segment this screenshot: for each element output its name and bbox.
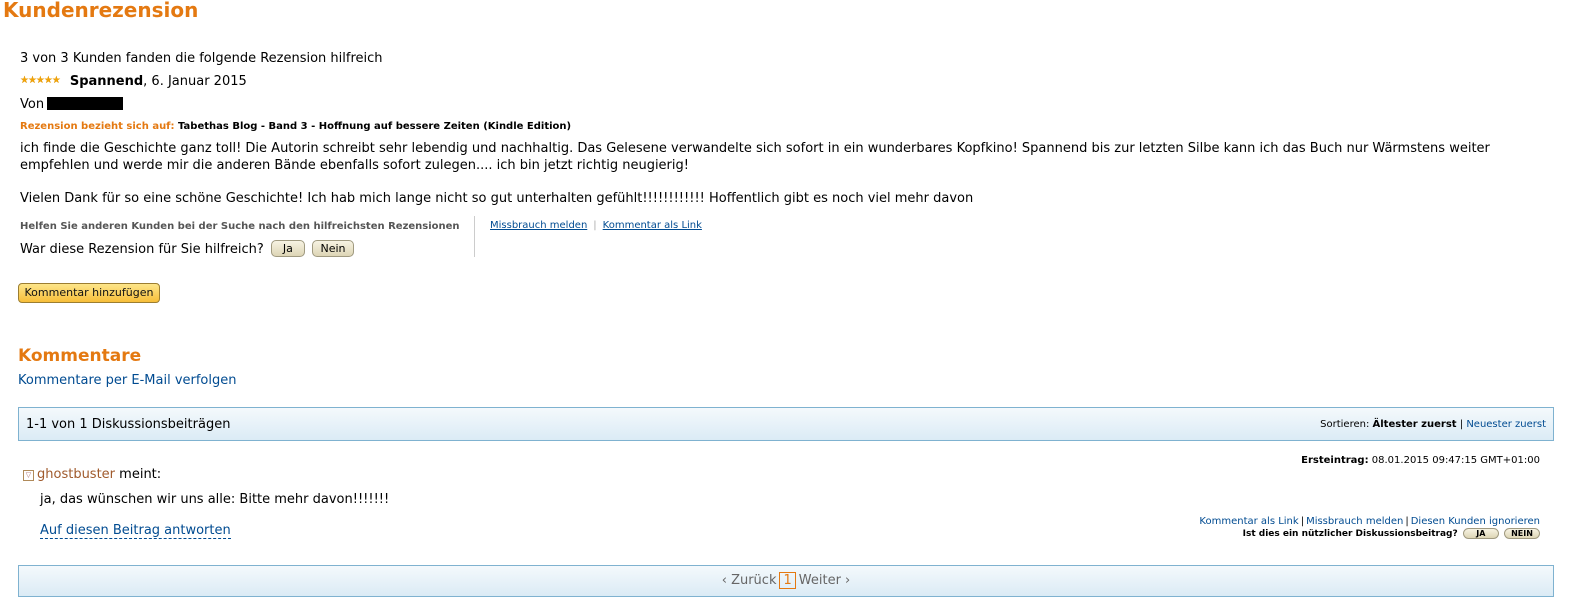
helpful-question: War diese Rezension für Sie hilfreich? [20, 242, 264, 257]
sort-divider: | [1459, 419, 1464, 430]
review-title: Spannend [69, 74, 144, 89]
review-header: ★★★★★ Spannend, 6. Januar 2015 [20, 74, 247, 89]
review-body-paragraph-2: Vielen Dank für so eine schöne Geschicht… [20, 191, 974, 206]
review-body-paragraph-1: ich finde die Geschichte ganz toll! Die … [20, 141, 1490, 173]
helpful-vote-row: War diese Rezension für Sie hilfreich? J… [20, 240, 355, 257]
post-comment-as-link[interactable]: Kommentar als Link [1199, 516, 1298, 527]
sort-newest-first[interactable]: Neuester zuerst [1466, 419, 1546, 430]
post-useful-row: Ist dies ein nützlicher Diskussionsbeitr… [1243, 528, 1540, 539]
post-text: ja, das wünschen wir uns alle: Bitte meh… [40, 492, 390, 507]
five-star-rating-icon: ★★★★★ [20, 75, 61, 86]
post-username[interactable]: ghostbuster [37, 467, 115, 482]
redacted-author-name [47, 97, 124, 110]
follow-comments-email-link[interactable]: Kommentare per E-Mail verfolgen [18, 373, 237, 388]
vertical-divider [474, 216, 475, 257]
collapse-toggle-icon[interactable]: ▽ [23, 470, 34, 481]
post-action-links: Kommentar als Link | Missbrauch melden | Die… [1199, 516, 1540, 527]
add-comment-button[interactable]: Kommentar hinzufügen [18, 283, 160, 303]
link-divider: | [1405, 516, 1409, 527]
ignore-customer-link[interactable]: Diesen Kunden ignorieren [1411, 516, 1540, 527]
review-date: , 6. Januar 2015 [143, 74, 247, 89]
by-label: Von [20, 97, 45, 112]
link-divider: | [593, 220, 597, 231]
pagination-bar: ‹ Zurück 1 Weiter › [18, 565, 1554, 597]
post-says-label: meint: [119, 467, 162, 482]
review-author: Von [20, 97, 124, 112]
sort-label: Sortieren: [1320, 419, 1370, 430]
first-entry-label: Ersteintrag: [1301, 455, 1369, 466]
discussion-header-bar: 1-1 von 1 Diskussionsbeiträgen Sortieren… [18, 407, 1554, 441]
post-report-abuse-link[interactable]: Missbrauch melden [1306, 516, 1403, 527]
discussion-count: 1-1 von 1 Diskussionsbeiträgen [26, 417, 231, 432]
post-useful-yes-button[interactable]: JA [1462, 528, 1499, 539]
reply-to-post-link[interactable]: Auf diesen Beitrag antworten [40, 523, 231, 539]
post-useful-no-button[interactable]: NEIN [1504, 528, 1540, 539]
pagination-next[interactable]: Weiter › [799, 573, 850, 588]
post-useful-question: Ist dies ein nützlicher Diskussionsbeitr… [1242, 529, 1458, 539]
review-action-links: Missbrauch melden | Kommentar als Link [490, 220, 702, 231]
comments-title: Kommentare [18, 346, 142, 366]
product-reference: Rezension bezieht sich auf: Tabethas Blo… [20, 121, 571, 132]
post-timestamp: Ersteintrag: 08.01.2015 09:47:15 GMT+01:… [1301, 455, 1540, 466]
refers-label: Rezension bezieht sich auf: [20, 121, 175, 132]
helpful-count: 3 von 3 Kunden fanden die folgende Rezen… [20, 51, 383, 66]
pagination-prev[interactable]: ‹ Zurück [722, 573, 777, 588]
post-author: ▽ ghostbuster meint: [23, 467, 161, 482]
review-section-title: Kundenrezension [3, 0, 199, 22]
first-entry-value: 08.01.2015 09:47:15 GMT+01:00 [1371, 455, 1540, 466]
pagination: ‹ Zurück 1 Weiter › [19, 572, 1553, 589]
vote-yes-button[interactable]: Ja [270, 240, 305, 257]
report-abuse-link[interactable]: Missbrauch melden [490, 220, 587, 231]
product-title: Tabethas Blog - Band 3 - Hoffnung auf be… [178, 121, 572, 132]
help-others-text: Helfen Sie anderen Kunden bei der Suche … [20, 221, 460, 232]
link-divider: | [1300, 516, 1305, 527]
pagination-current-page[interactable]: 1 [779, 572, 796, 589]
vote-no-button[interactable]: Nein [312, 240, 355, 257]
sort-controls: Sortieren: Ältester zuerst | Neuester zu… [1320, 419, 1546, 430]
comment-as-link[interactable]: Kommentar als Link [603, 220, 702, 231]
sort-oldest-first[interactable]: Ältester zuerst [1373, 419, 1457, 430]
